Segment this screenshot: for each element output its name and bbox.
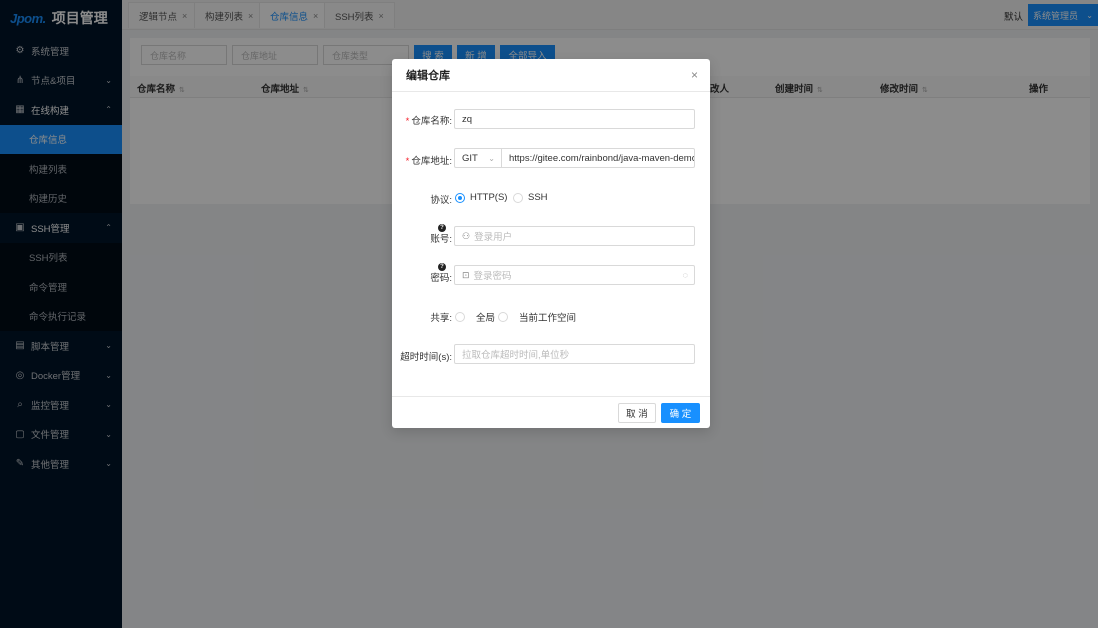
dialog-header: 编辑仓库 × xyxy=(392,59,710,92)
chevron-down-icon: ⌄ xyxy=(488,153,495,163)
eye-invisible-icon[interactable]: ◌ xyxy=(683,270,688,280)
repo-url-value: https://gitee.com/rainbond/java-maven-de… xyxy=(509,152,695,164)
cancel-button[interactable]: 取 消 xyxy=(618,403,656,423)
radio-unchecked-icon xyxy=(498,312,508,322)
user-icon: ⚇ xyxy=(462,230,471,241)
password-placeholder: 登录密码 xyxy=(473,271,512,282)
required-mark: * xyxy=(405,116,410,127)
radio-unchecked-icon xyxy=(455,312,465,322)
share-workspace-radio[interactable]: 当前工作空间 xyxy=(498,310,576,324)
protocol-http-radio[interactable]: HTTP(S) xyxy=(455,192,507,203)
dialog-footer: 取 消 确 定 xyxy=(392,396,710,428)
help-icon[interactable]: ? xyxy=(438,263,446,271)
label-text: 密码 xyxy=(430,273,450,284)
radio-label: 当前工作空间 xyxy=(519,313,577,324)
label-text: 仓库名称: xyxy=(411,116,452,127)
timeout-placeholder: 拉取仓库超时时间,单位秒 xyxy=(462,350,570,361)
repo-type-select[interactable]: GIT ⌄ xyxy=(454,148,502,168)
radio-unchecked-icon xyxy=(513,192,523,203)
password-input[interactable]: ⊡ 登录密码 ◌ xyxy=(454,265,695,285)
share-global-radio[interactable]: 全局 xyxy=(455,310,495,324)
repo-name-label: * 仓库名称: xyxy=(406,113,452,127)
dialog-title: 编辑仓库 xyxy=(406,70,450,82)
label-colon: : xyxy=(449,273,452,284)
label-colon: : xyxy=(449,234,452,245)
repo-name-value: zq xyxy=(462,113,473,125)
timeout-input[interactable]: 拉取仓库超时时间,单位秒 xyxy=(454,344,695,364)
account-label: 账号: xyxy=(430,231,452,245)
close-icon[interactable]: × xyxy=(691,68,698,82)
required-mark: * xyxy=(405,156,410,167)
help-icon[interactable]: ? xyxy=(438,224,446,232)
repo-name-input[interactable]: zq xyxy=(454,109,695,129)
radio-checked-icon xyxy=(455,192,465,203)
radio-label: 全局 xyxy=(476,313,496,324)
password-label: 密码: xyxy=(430,270,452,284)
radio-label: SSH xyxy=(528,192,548,203)
lock-icon: ⊡ xyxy=(462,269,470,280)
protocol-label: 协议: xyxy=(430,195,452,206)
account-placeholder: 登录用户 xyxy=(474,232,513,243)
radio-label: HTTP(S) xyxy=(470,192,508,203)
repo-type-value: GIT xyxy=(462,152,478,164)
label-text: 账号 xyxy=(430,234,450,245)
repo-address-label: * 仓库地址: xyxy=(406,153,452,167)
share-label: 共享: xyxy=(430,313,452,324)
confirm-button[interactable]: 确 定 xyxy=(661,403,700,423)
edit-repository-dialog: 编辑仓库 × * 仓库名称: zq * 仓库地址: GIT ⌄ https://gi… xyxy=(392,59,710,428)
timeout-label: 超时时间(s): xyxy=(400,352,452,363)
label-text: 仓库地址: xyxy=(411,156,452,167)
account-input[interactable]: ⚇ 登录用户 xyxy=(454,226,695,246)
protocol-ssh-radio[interactable]: SSH xyxy=(513,192,548,203)
repo-url-input[interactable]: https://gitee.com/rainbond/java-maven-de… xyxy=(502,148,695,168)
